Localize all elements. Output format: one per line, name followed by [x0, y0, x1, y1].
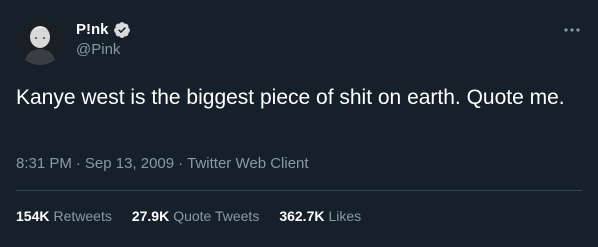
avatar-photo-icon	[16, 17, 64, 65]
author-handle[interactable]: @Pink	[76, 40, 120, 60]
likes-count: 362.7K	[279, 208, 325, 224]
tweet-date[interactable]: Sep 13, 2009	[85, 154, 174, 174]
author-avatar[interactable]	[16, 17, 64, 65]
quote-tweets-label: Quote Tweets	[173, 208, 260, 224]
display-name[interactable]: P!nk	[76, 20, 109, 40]
tweet-metadata: 8:31 PM · Sep 13, 2009 · Twitter Web Cli…	[16, 154, 309, 174]
retweets-label: Retweets	[53, 208, 112, 224]
meta-separator: ·	[75, 155, 81, 172]
likes-label: Likes	[328, 208, 362, 224]
tweet-card: P!nk @Pink Kanye west is the biggest pie…	[0, 0, 598, 247]
tweet-text: Kanye west is the biggest piece of shit …	[16, 86, 565, 109]
verified-badge-icon	[113, 21, 131, 39]
quote-tweets-stat[interactable]: 27.9K Quote Tweets	[132, 207, 260, 225]
divider	[16, 190, 582, 191]
tweet-stats: 154K Retweets 27.9K Quote Tweets 362.7K …	[16, 207, 361, 225]
tweet-source[interactable]: Twitter Web Client	[187, 154, 308, 174]
retweets-count: 154K	[16, 208, 50, 224]
quote-tweets-count: 27.9K	[131, 208, 170, 224]
tweet-time[interactable]: 8:31 PM	[16, 154, 72, 174]
retweets-stat[interactable]: 154K Retweets	[16, 207, 112, 225]
display-name-row[interactable]: P!nk	[76, 20, 131, 40]
meta-separator: ·	[178, 155, 184, 172]
likes-stat[interactable]: 362.7K Likes	[279, 207, 361, 225]
more-options-icon[interactable]	[562, 23, 582, 37]
